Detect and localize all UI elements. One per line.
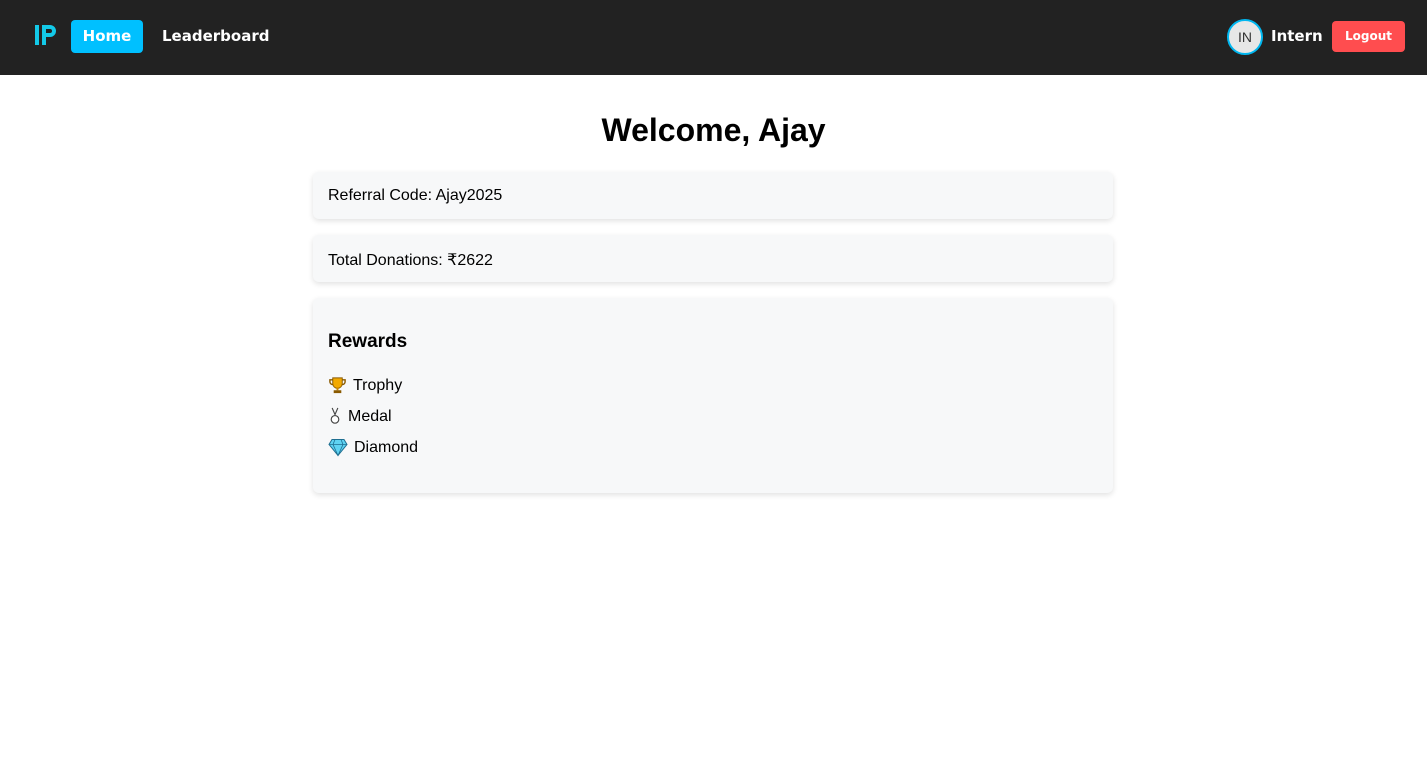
reward-item: Medal — [328, 407, 392, 426]
logo-icon[interactable] — [34, 23, 58, 47]
username-label: Intern — [1271, 27, 1323, 45]
reward-item: Diamond — [328, 438, 418, 457]
logout-button[interactable]: Logout — [1332, 21, 1405, 52]
page-title: Welcome, Ajay — [601, 112, 826, 148]
diamond-icon — [328, 439, 348, 457]
medal-icon — [330, 407, 340, 424]
referral-code-text: Referral Code: Ajay2025 — [328, 187, 503, 204]
reward-item: Trophy — [328, 376, 402, 395]
avatar[interactable]: IN — [1227, 19, 1263, 55]
trophy-icon — [329, 377, 346, 394]
nav-leaderboard-link[interactable]: Leaderboard — [162, 20, 269, 53]
nav-home-button[interactable]: Home — [71, 20, 143, 53]
rewards-heading: Rewards — [328, 331, 408, 352]
navbar: Home Leaderboard IN Intern Logout — [0, 0, 1427, 75]
reward-label: Trophy — [353, 376, 403, 394]
reward-label: Medal — [348, 407, 392, 425]
donations-card: Total Donations: ₹2622 — [313, 235, 1113, 282]
reward-label: Diamond — [354, 438, 419, 456]
total-donations-text: Total Donations: ₹2622 — [328, 252, 493, 269]
rewards-card: Rewards Trophy Medal Diamond — [313, 298, 1113, 493]
referral-card: Referral Code: Ajay2025 — [313, 172, 1113, 219]
